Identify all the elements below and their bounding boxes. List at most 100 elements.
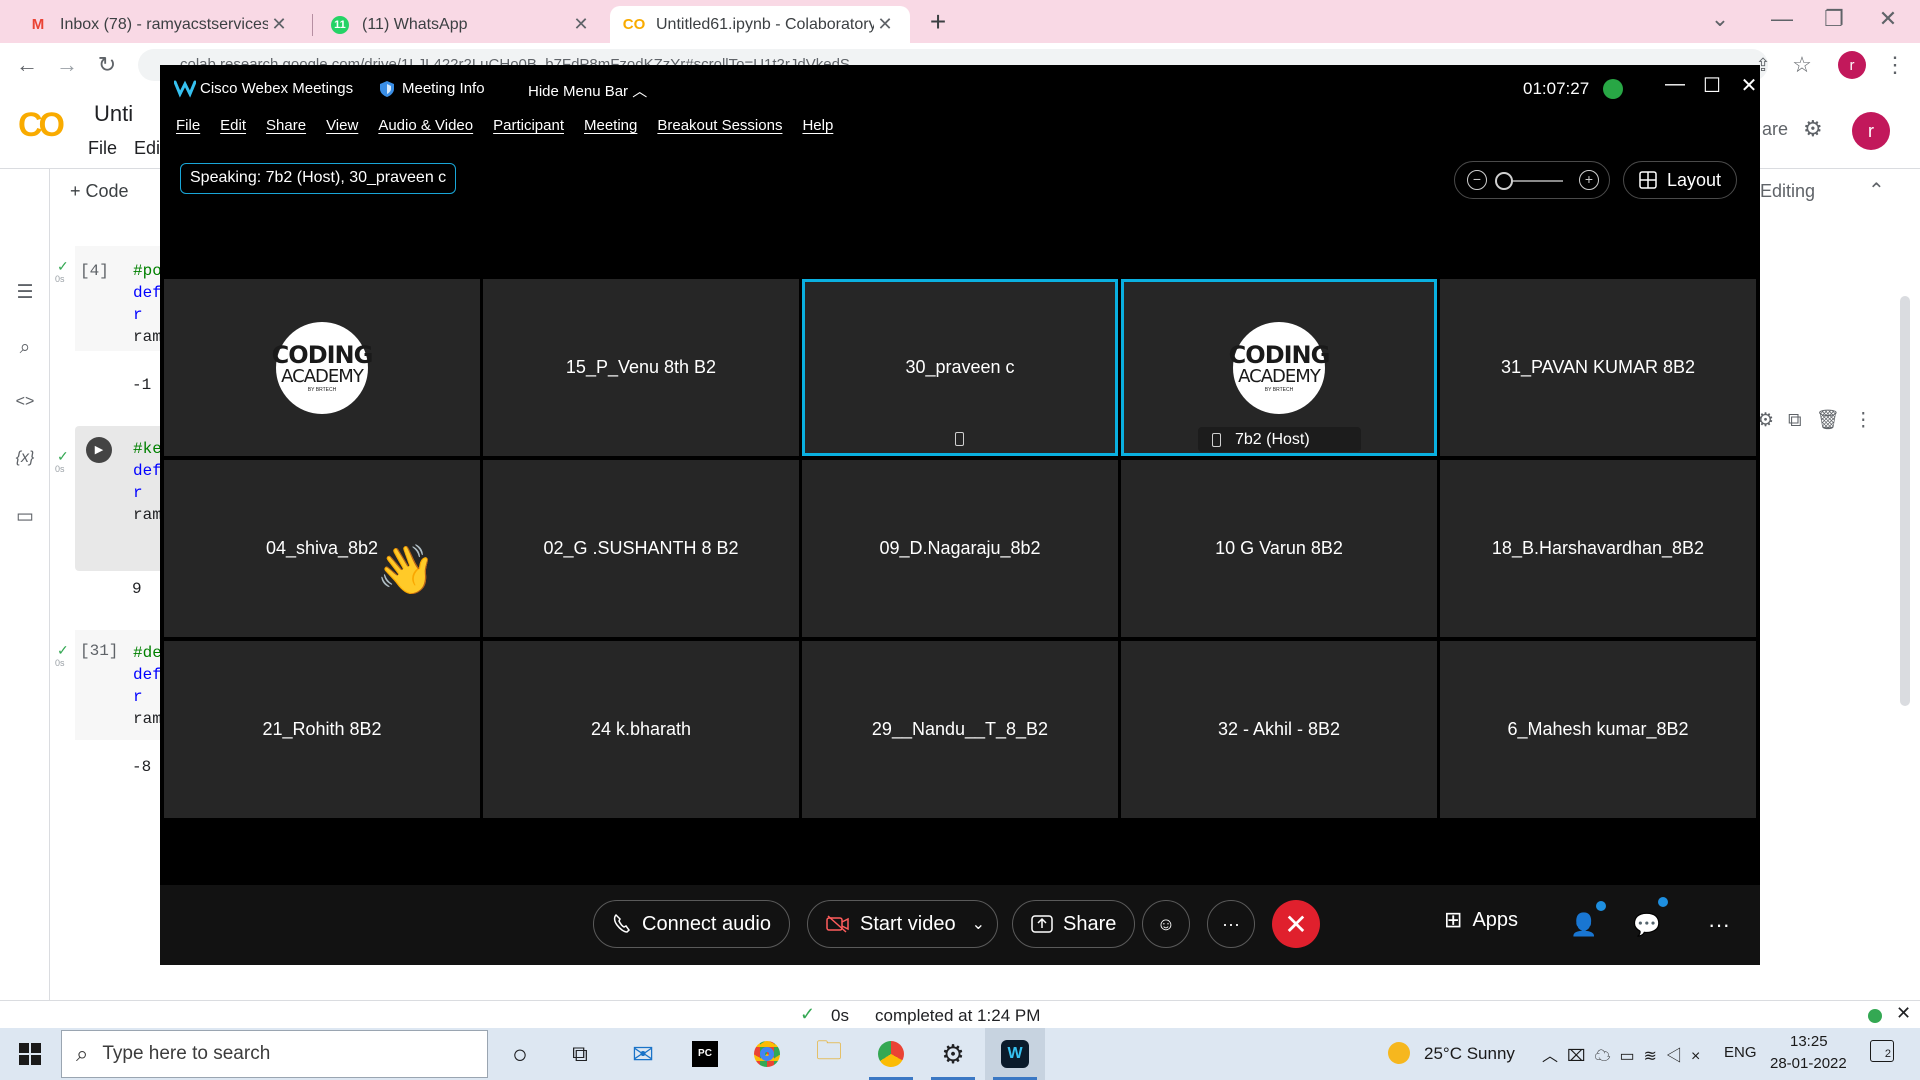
close-tab-icon[interactable]: ✕ xyxy=(268,14,290,35)
scrollbar[interactable] xyxy=(1900,296,1910,706)
search-icon[interactable]: ⌕ xyxy=(12,337,38,363)
cell-source[interactable]: #de def r ram xyxy=(133,642,162,730)
participant-tile[interactable]: 32 - Akhil - 8B2 xyxy=(1121,641,1437,818)
participant-tile[interactable]: 24 k.bharath xyxy=(483,641,799,818)
participant-tile[interactable]: 10 G Varun 8B2 xyxy=(1121,460,1437,637)
profile-avatar[interactable]: r xyxy=(1838,51,1866,79)
participant-tile-speaking[interactable]: 30_praveen c xyxy=(802,279,1118,456)
participant-tile[interactable]: 6_Mahesh kumar_8B2 xyxy=(1440,641,1756,818)
cortana-icon[interactable]: ○ xyxy=(490,1028,550,1080)
cell-source[interactable]: #ke def r ram xyxy=(133,438,162,526)
participant-tile[interactable]: 04_shiva_8b2 👋 xyxy=(164,460,480,637)
colab-profile-avatar[interactable]: r xyxy=(1852,112,1890,150)
webex-close-icon[interactable]: ✕ xyxy=(1734,73,1764,98)
meeting-info-button[interactable]: Meeting Info xyxy=(380,80,485,97)
menu-view[interactable]: View xyxy=(326,117,358,141)
apps-button[interactable]: ⊞ Apps xyxy=(1444,907,1518,933)
notification-center-icon[interactable]: 2 xyxy=(1870,1040,1894,1062)
files-folder-icon[interactable]: ▭ xyxy=(12,505,38,531)
close-window-icon[interactable]: ✕ xyxy=(1868,6,1908,32)
new-tab-button[interactable]: + xyxy=(922,7,954,39)
menu-audio-video[interactable]: Audio & Video xyxy=(378,117,473,141)
taskbar-search-input[interactable]: ⌕ Type here to search xyxy=(61,1030,488,1078)
zoom-slider[interactable]: − + xyxy=(1454,161,1610,199)
notebook-title[interactable]: Unti xyxy=(94,101,133,127)
close-status-icon[interactable]: ✕ xyxy=(1896,1003,1911,1024)
chrome-icon[interactable] xyxy=(737,1028,797,1080)
participant-tile[interactable]: 09_D.Nagaraju_8b2 xyxy=(802,460,1118,637)
add-code-button[interactable]: + Code xyxy=(70,181,129,202)
reload-icon[interactable]: ↻ xyxy=(92,50,122,80)
back-arrow-icon[interactable]: ← xyxy=(12,50,42,80)
menu-file[interactable]: File xyxy=(176,117,200,141)
menu-breakout-sessions[interactable]: Breakout Sessions xyxy=(657,117,782,141)
language-indicator[interactable]: ENG xyxy=(1724,1044,1757,1061)
minimize-icon[interactable]: — xyxy=(1762,6,1802,32)
share-button[interactable]: are xyxy=(1762,119,1788,140)
participants-panel-icon[interactable]: 👤 xyxy=(1570,912,1597,938)
participant-tile[interactable]: 02_G .SUSHANTH 8 B2 xyxy=(483,460,799,637)
tab-search-icon[interactable]: ⌄ xyxy=(1700,6,1740,32)
webex-minimize-icon[interactable]: — xyxy=(1660,73,1690,96)
participant-tile[interactable]: 21_Rohith 8B2 xyxy=(164,641,480,818)
file-explorer-icon[interactable]: 🗀 xyxy=(799,1028,859,1080)
clock-time[interactable]: 13:25 xyxy=(1790,1033,1828,1050)
network-health-icon[interactable] xyxy=(1603,79,1623,99)
clock-date[interactable]: 28-01-2022 xyxy=(1770,1055,1847,1072)
menu-edit[interactable]: Edi xyxy=(134,138,160,158)
chat-bubble-icon[interactable]: 💬 xyxy=(1633,912,1660,938)
participant-tile[interactable]: 31_PAVAN KUMAR 8B2 xyxy=(1440,279,1756,456)
close-tab-icon[interactable]: ✕ xyxy=(570,14,592,35)
code-snippets-icon[interactable]: <> xyxy=(12,393,38,419)
more-options-button[interactable]: ··· xyxy=(1207,900,1255,948)
more-panels-icon[interactable]: ··· xyxy=(1708,912,1730,938)
webex-taskbar-icon[interactable]: W xyxy=(985,1028,1045,1080)
zoom-in-icon[interactable]: + xyxy=(1579,170,1599,190)
menu-file[interactable]: File xyxy=(88,138,117,158)
weather-text[interactable]: 25°C Sunny xyxy=(1424,1044,1515,1064)
mail-icon[interactable]: ✉ xyxy=(613,1028,673,1080)
task-view-icon[interactable]: ⧉ xyxy=(550,1028,610,1080)
menu-share[interactable]: Share xyxy=(266,117,306,141)
toc-icon[interactable]: ☰ xyxy=(12,281,38,307)
menu-edit[interactable]: Edit xyxy=(220,117,246,141)
cell-source[interactable]: #po def r ram xyxy=(133,260,162,348)
webex-maximize-icon[interactable]: ☐ xyxy=(1697,73,1727,98)
menu-meeting[interactable]: Meeting xyxy=(584,117,637,141)
tab-whatsapp[interactable]: 11 (11) WhatsApp ✕ xyxy=(316,6,606,43)
chevron-down-icon[interactable]: ⌄ xyxy=(972,914,985,934)
start-video-button[interactable]: Start video ⌄ xyxy=(807,900,999,948)
browser-menu-icon[interactable]: ⋮ xyxy=(1880,50,1910,80)
connect-audio-button[interactable]: Connect audio xyxy=(593,900,790,948)
menu-help[interactable]: Help xyxy=(802,117,833,141)
system-tray-icons[interactable]: ︿⌧☁▭≋◁× xyxy=(1542,1042,1709,1066)
chrome-profile-icon[interactable] xyxy=(861,1028,921,1080)
zoom-knob[interactable] xyxy=(1495,172,1513,190)
participant-tile[interactable]: 29__Nandu__T_8_B2 xyxy=(802,641,1118,818)
layout-button[interactable]: Layout xyxy=(1623,161,1737,199)
close-tab-icon[interactable]: ✕ xyxy=(874,14,896,35)
settings-gear-icon[interactable]: ⚙ xyxy=(1803,116,1823,142)
hide-menu-bar-button[interactable]: Hide Menu Bar ︿ xyxy=(528,80,647,101)
editing-mode-button[interactable]: Editing xyxy=(1760,181,1815,202)
settings-gear-icon[interactable]: ⚙ xyxy=(923,1028,983,1080)
participant-tile-host[interactable]: CODING ACADEMY BY BRTECH 7b2 (Host) xyxy=(1121,279,1437,456)
menu-participant[interactable]: Participant xyxy=(493,117,564,141)
reactions-button[interactable]: ☺ xyxy=(1142,900,1190,948)
tab-colab[interactable]: CO Untitled61.ipynb - Colaboratory ✕ xyxy=(610,6,910,43)
leave-meeting-button[interactable]: ✕ xyxy=(1272,900,1320,948)
participant-tile[interactable]: 15_P_Venu 8th B2 xyxy=(483,279,799,456)
weather-sun-icon[interactable] xyxy=(1388,1042,1410,1064)
restore-icon[interactable]: ❐ xyxy=(1814,6,1854,32)
share-button[interactable]: Share xyxy=(1012,900,1136,948)
pycharm-icon[interactable]: PC xyxy=(675,1028,735,1080)
windows-start-icon[interactable] xyxy=(0,1028,60,1080)
participant-tile[interactable]: 18_B.Harshavardhan_8B2 xyxy=(1440,460,1756,637)
zoom-out-icon[interactable]: − xyxy=(1467,170,1487,190)
tab-gmail[interactable]: M Inbox (78) - ramyacstservices955 ✕ xyxy=(14,6,304,43)
run-cell-button[interactable]: ▶ xyxy=(86,437,112,463)
forward-arrow-icon[interactable]: → xyxy=(52,50,82,80)
bookmark-star-icon[interactable]: ☆ xyxy=(1787,50,1817,80)
collapse-header-icon[interactable]: ⌃ xyxy=(1868,178,1885,203)
cell-toolbar[interactable]: ⚙⧉🗑⋮ xyxy=(1757,408,1887,432)
